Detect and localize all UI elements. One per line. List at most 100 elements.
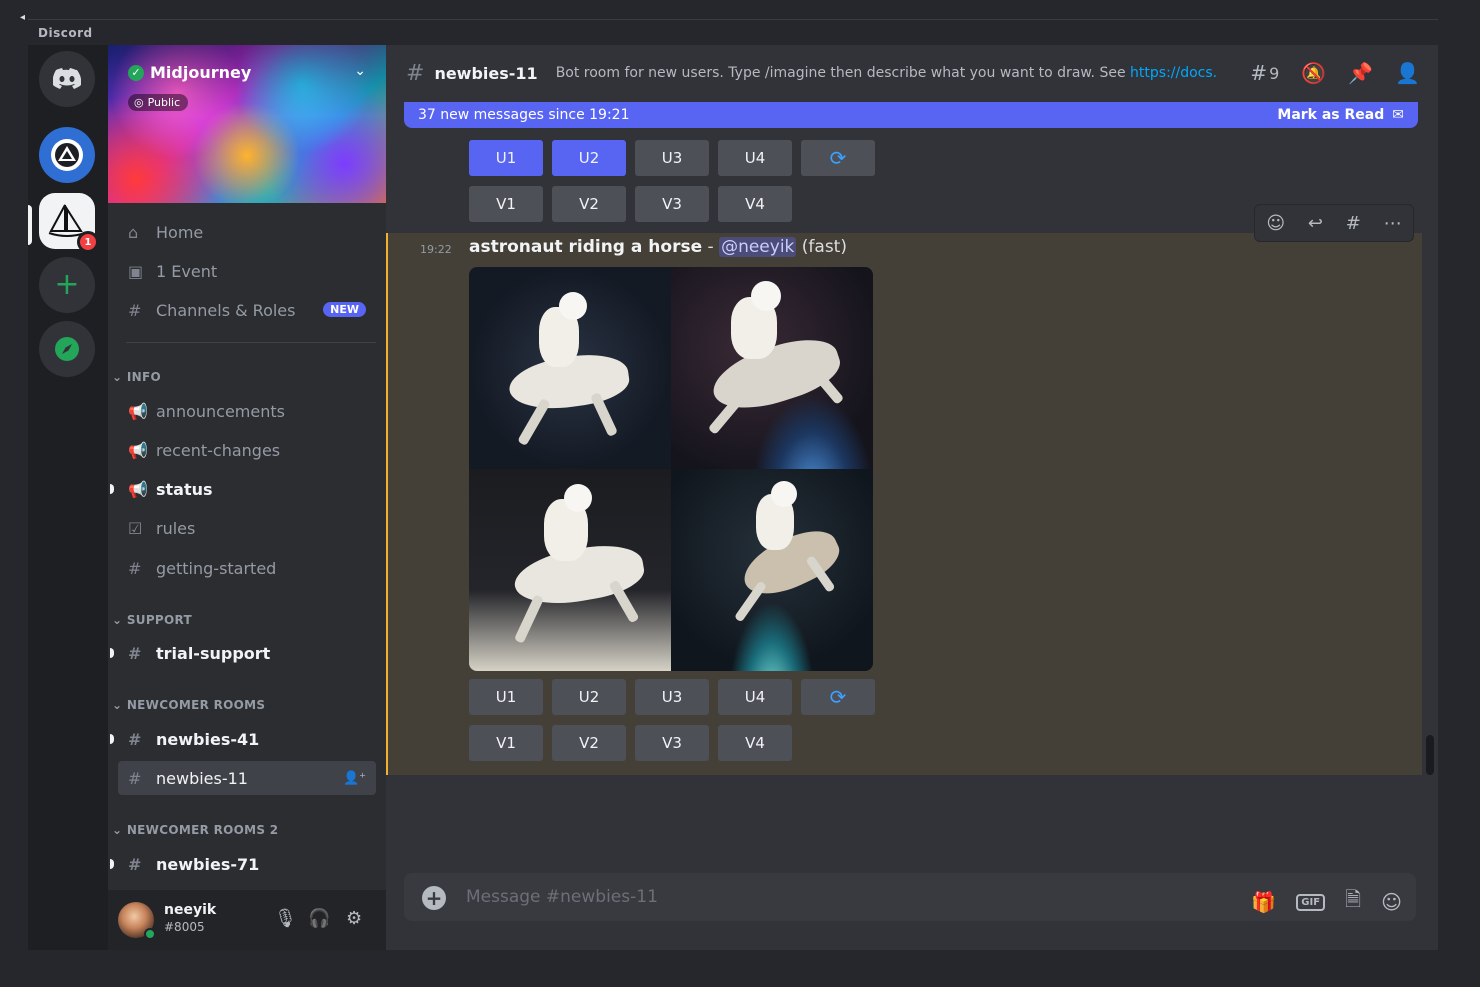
- pin-icon[interactable]: 📌: [1348, 61, 1373, 85]
- server-icon-midjourney[interactable]: 1: [39, 193, 99, 253]
- channel-rules[interactable]: ☑ rules: [118, 511, 376, 545]
- window-control: ◂: [20, 12, 26, 23]
- megaphone-icon: 📢: [128, 479, 148, 499]
- selected-server-pill: [28, 205, 32, 245]
- u1-button[interactable]: U1: [469, 679, 543, 715]
- u2-button[interactable]: U2: [552, 140, 626, 176]
- channel-status[interactable]: 📢 status: [110, 472, 376, 506]
- more-options-icon[interactable]: ⋯: [1384, 213, 1402, 234]
- v3-button[interactable]: V3: [635, 725, 709, 761]
- generated-image-4[interactable]: [671, 469, 873, 671]
- plus-icon: +: [54, 267, 80, 302]
- nav-home[interactable]: ⌂ Home: [118, 215, 376, 249]
- server-rail: 1 +: [28, 45, 108, 950]
- u3-button[interactable]: U3: [635, 140, 709, 176]
- channel-newbies-11[interactable]: # newbies-11 👤⁺: [118, 761, 376, 795]
- scrollbar[interactable]: [1426, 735, 1434, 775]
- message-input[interactable]: [466, 883, 1166, 911]
- category-newcomer-rooms[interactable]: ⌄ NEWCOMER ROOMS: [112, 698, 265, 712]
- thread-hash-icon: #: [406, 60, 425, 86]
- u2-button[interactable]: U2: [552, 679, 626, 715]
- username[interactable]: neeyik: [164, 902, 216, 918]
- image-grid[interactable]: [469, 267, 873, 671]
- category-support[interactable]: ⌄ SUPPORT: [112, 613, 192, 627]
- reply-icon[interactable]: ↩: [1308, 213, 1323, 234]
- v4-button[interactable]: V4: [718, 186, 792, 222]
- generated-image-3[interactable]: [469, 469, 671, 671]
- app-title: Discord: [38, 26, 93, 40]
- gift-icon[interactable]: 🎁: [1251, 890, 1276, 914]
- reroll-button[interactable]: ⟳: [801, 679, 875, 715]
- microphone-icon[interactable]: 🎙: [274, 908, 297, 929]
- channel-topic[interactable]: Bot room for new users. Type /imagine th…: [556, 65, 1216, 81]
- server-banner[interactable]: ✓ Midjourney ⌄ ◎ Public: [108, 45, 386, 203]
- message-content: astronaut riding a horse - @neeyik (fast…: [469, 237, 847, 257]
- v1-button[interactable]: V1: [469, 725, 543, 761]
- member-list-icon[interactable]: 👤: [1395, 61, 1420, 85]
- u4-button[interactable]: U4: [718, 140, 792, 176]
- add-server-button[interactable]: +: [39, 257, 95, 313]
- category-info[interactable]: ⌄ INFO: [112, 370, 161, 384]
- channel-newbies-71[interactable]: # newbies-71: [110, 847, 376, 881]
- megaphone-icon: 📢: [128, 440, 148, 460]
- message-timestamp: 19:22: [420, 243, 452, 256]
- user-tag: #8005: [164, 920, 205, 934]
- upload-plus-icon[interactable]: +: [422, 886, 446, 910]
- topic-link[interactable]: https://docs...: [1130, 65, 1216, 81]
- channel-getting-started[interactable]: # getting-started: [118, 551, 376, 585]
- mark-as-read-button[interactable]: Mark as Read ✉: [1277, 107, 1404, 123]
- category-newcomer-rooms-2[interactable]: ⌄ NEWCOMER ROOMS 2: [112, 823, 278, 837]
- generated-image-2[interactable]: [671, 267, 873, 469]
- nav-events[interactable]: ▣ 1 Event: [118, 254, 376, 288]
- new-badge: NEW: [323, 302, 366, 317]
- thread-hash-icon: #: [128, 729, 142, 749]
- chevron-down-icon[interactable]: ⌄: [354, 63, 366, 79]
- user-mention[interactable]: @neeyik: [719, 237, 797, 257]
- channel-recent-changes[interactable]: 📢 recent-changes: [118, 433, 376, 467]
- upscale-button-row: U1 U2 U3 U4 ⟳: [469, 679, 875, 715]
- unread-indicator: [110, 648, 114, 658]
- server-name[interactable]: ✓ Midjourney: [128, 63, 251, 82]
- gif-icon[interactable]: GIF: [1296, 893, 1326, 911]
- chat-area: # newbies-11 Bot room for new users. Typ…: [386, 45, 1438, 950]
- home-icon: ⌂: [128, 222, 139, 242]
- add-reaction-icon[interactable]: ☺: [1266, 213, 1285, 234]
- mute-notifications-icon[interactable]: 🔕: [1301, 61, 1326, 85]
- variation-button-row: V1 V2 V3 V4: [469, 725, 792, 761]
- headphones-icon[interactable]: 🎧: [308, 908, 330, 929]
- threads-button[interactable]: #9: [1250, 61, 1279, 85]
- v2-button[interactable]: V2: [552, 186, 626, 222]
- invite-member-icon[interactable]: 👤⁺: [343, 771, 366, 786]
- u1-button[interactable]: U1: [469, 140, 543, 176]
- user-panel: neeyik #8005 🎙 🎧 ⚙: [108, 890, 386, 950]
- nav-channels-roles[interactable]: # Channels & Roles NEW: [118, 293, 376, 327]
- v3-button[interactable]: V3: [635, 186, 709, 222]
- unread-indicator: [110, 859, 114, 869]
- v2-button[interactable]: V2: [552, 725, 626, 761]
- create-thread-icon[interactable]: #: [1346, 213, 1361, 234]
- v1-button[interactable]: V1: [469, 186, 543, 222]
- channel-announcements[interactable]: 📢 announcements: [118, 394, 376, 428]
- message-actions-bar: ☺ ↩ # ⋯: [1254, 204, 1414, 242]
- u4-button[interactable]: U4: [718, 679, 792, 715]
- thread-hash-icon: #: [128, 768, 142, 788]
- compass-icon: [55, 337, 79, 361]
- app-window: 1 + ✓ Midjourney ⌄ ◎ Public ⌂ Home ▣ 1 Eve…: [28, 45, 1438, 950]
- new-messages-bar[interactable]: 37 new messages since 19:21 Mark as Read…: [404, 102, 1418, 128]
- reroll-button[interactable]: ⟳: [801, 140, 875, 176]
- generated-image-1[interactable]: [469, 267, 671, 469]
- v4-button[interactable]: V4: [718, 725, 792, 761]
- channel-newbies-41[interactable]: # newbies-41: [110, 722, 376, 756]
- channel-trial-support[interactable]: # trial-support: [110, 636, 376, 670]
- thread-hash-icon: #: [128, 854, 142, 874]
- mark-read-icon: ✉: [1392, 107, 1404, 123]
- explore-servers-button[interactable]: [39, 321, 95, 377]
- server-icon-blue[interactable]: [39, 127, 95, 183]
- emoji-icon[interactable]: ☺: [1381, 890, 1402, 914]
- channel-sidebar: ✓ Midjourney ⌄ ◎ Public ⌂ Home ▣ 1 Event #…: [108, 45, 386, 950]
- sticker-icon[interactable]: 🗎: [1345, 885, 1361, 919]
- upscale-button-row-previous: U1 U2 U3 U4 ⟳: [469, 140, 875, 176]
- u3-button[interactable]: U3: [635, 679, 709, 715]
- direct-messages-button[interactable]: [39, 51, 95, 107]
- gear-icon[interactable]: ⚙: [346, 908, 362, 929]
